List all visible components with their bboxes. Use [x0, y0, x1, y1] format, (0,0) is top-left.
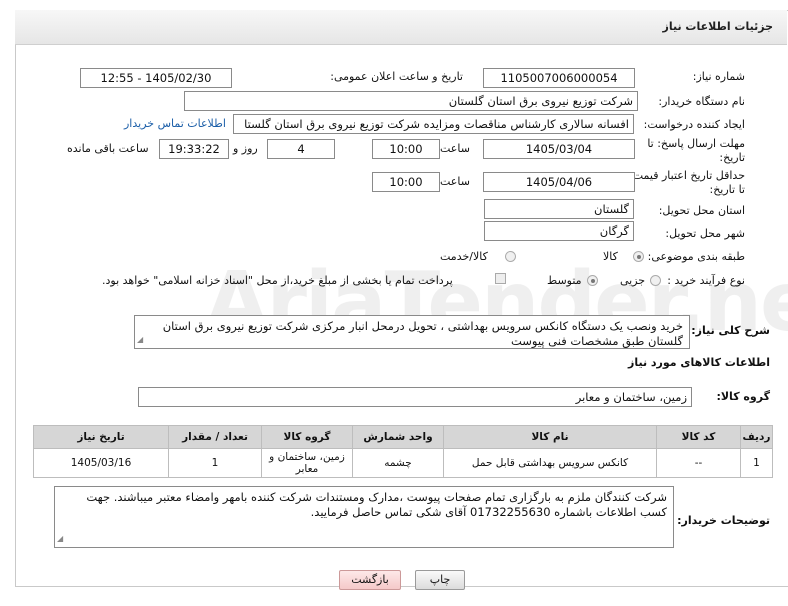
purchase-radio-minor[interactable] [650, 275, 661, 286]
reply-time-field[interactable]: 10:00 [372, 139, 440, 159]
col-header-code: کد کالا [656, 425, 741, 449]
back-button[interactable]: بازگشت [339, 570, 401, 590]
reply-date-field[interactable]: 1405/03/04 [483, 139, 635, 159]
remaining-time-field[interactable]: 19:33:22 [159, 139, 229, 159]
cell-name: کانکس سرویس بهداشتی قابل حمل [443, 448, 657, 478]
panel-header: جزئیات اطلاعات نیاز [15, 10, 787, 45]
price-time-label: ساعت [440, 175, 470, 188]
purchase-type-label: نوع فرآیند خرید : [667, 274, 745, 287]
goods-section-title: اطلاعات کالاهای مورد نیاز [628, 356, 770, 369]
buyer-notes-textarea[interactable]: شرکت کنندگان ملزم به بارگزاری تمام صفحات… [54, 486, 674, 548]
price-date-field[interactable]: 1405/04/06 [483, 172, 635, 192]
reply-time-label: ساعت [440, 142, 470, 155]
cell-row: 1 [740, 448, 773, 478]
cell-qty: 1 [168, 448, 262, 478]
cell-group: زمین، ساختمان و معابر [261, 448, 353, 478]
purchase-option-medium: متوسط [547, 274, 582, 287]
price-valid-label-2: تا تاریخ: [709, 183, 745, 196]
requester-label: ایجاد کننده درخواست: [643, 118, 745, 131]
city-label: شهر محل تحویل: [665, 227, 745, 240]
cell-code: -- [656, 448, 741, 478]
buyer-notes-label: توضیحات خریدار: [677, 514, 770, 527]
purchase-radio-medium[interactable] [587, 275, 598, 286]
description-label: شرح کلی نیاز: [691, 324, 770, 337]
purchase-option-minor: جزیی [620, 274, 646, 287]
category-option-goods-service: کالا/خدمت [440, 250, 488, 263]
reply-deadline-label: مهلت ارسال پاسخ: تا [647, 137, 745, 150]
payment-note: پرداخت تمام یا بخشی از مبلغ خرید،از محل … [102, 274, 453, 287]
announce-field[interactable]: 1405/02/30 - 12:55 [80, 68, 232, 88]
remaining-label: ساعت باقی مانده [67, 142, 149, 155]
announce-label: تاریخ و ساعت اعلان عمومی: [330, 70, 463, 83]
price-time-field[interactable]: 10:00 [372, 172, 440, 192]
col-header-qty: تعداد / مقدار [168, 425, 262, 449]
resize-grip-icon[interactable]: ◢ [137, 332, 143, 347]
category-label: طبقه بندی موضوعی: [647, 250, 745, 263]
province-label: استان محل تحویل: [658, 204, 745, 217]
col-header-name: نام کالا [443, 425, 657, 449]
days-field[interactable]: 4 [267, 139, 335, 159]
city-field[interactable]: گرگان [484, 221, 634, 241]
goods-table: ردیف کد کالا نام کالا واحد شمارش گروه کا… [33, 425, 773, 478]
print-button[interactable]: چاپ [415, 570, 465, 590]
requester-field[interactable]: افسانه سالاری کارشناس مناقصات ومزایده شر… [233, 114, 634, 134]
treasury-checkbox[interactable] [495, 273, 506, 284]
goods-group-field[interactable]: زمین، ساختمان و معابر [138, 387, 692, 407]
col-header-unit: واحد شمارش [352, 425, 444, 449]
buyer-org-label: نام دستگاه خریدار: [658, 95, 745, 108]
goods-table-header: ردیف کد کالا نام کالا واحد شمارش گروه کا… [33, 425, 773, 449]
price-valid-label: حداقل تاریخ اعتبار قیمت: [629, 169, 745, 182]
table-row[interactable]: 1 -- کانکس سرویس بهداشتی قابل حمل چشمه ز… [33, 448, 773, 478]
buyer-contact-link[interactable]: اطلاعات تماس خریدار [124, 117, 226, 130]
buyer-notes-text: شرکت کنندگان ملزم به بارگزاری تمام صفحات… [86, 490, 667, 519]
resize-grip-icon[interactable]: ◢ [57, 531, 63, 546]
description-text: خرید ونصب یک دستگاه کانکس سرویس بهداشتی … [162, 319, 683, 348]
col-header-group: گروه کالا [261, 425, 353, 449]
page-title: جزئیات اطلاعات نیاز [662, 20, 774, 33]
need-number-field[interactable]: 1105007006000054 [483, 68, 635, 88]
reply-deadline-label-2: تاریخ: [719, 151, 745, 164]
cell-unit: چشمه [352, 448, 444, 478]
category-radio-goods-service[interactable] [505, 251, 516, 262]
description-textarea[interactable]: خرید ونصب یک دستگاه کانکس سرویس بهداشتی … [134, 315, 690, 349]
buyer-org-field[interactable]: شرکت توزیع نیروی برق استان گلستان [184, 91, 638, 111]
need-number-label: شماره نیاز: [692, 70, 745, 83]
province-field[interactable]: گلستان [484, 199, 634, 219]
goods-group-label: گروه کالا: [716, 390, 770, 403]
category-option-goods: کالا [603, 250, 618, 263]
category-radio-goods[interactable] [633, 251, 644, 262]
col-header-row: ردیف [740, 425, 773, 449]
days-label: روز و [233, 142, 258, 155]
col-header-date: تاریخ نیاز [33, 425, 169, 449]
cell-date: 1405/03/16 [33, 448, 169, 478]
